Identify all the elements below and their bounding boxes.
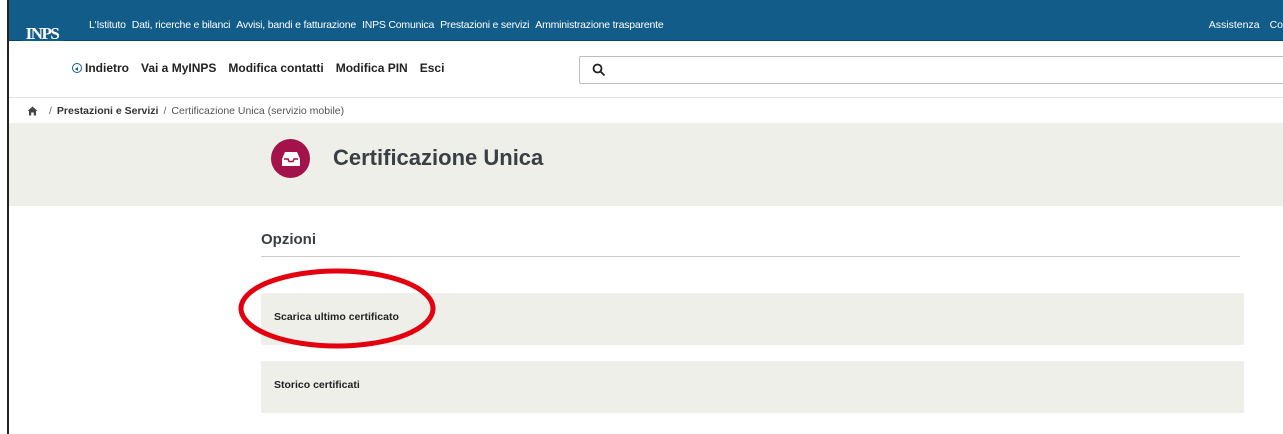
- home-icon[interactable]: [27, 106, 38, 116]
- top-navigation-bar: L'Istituto Dati, ricerche e bilanci Avvi…: [9, 0, 1283, 41]
- option-storico-certificati[interactable]: Storico certificati: [261, 361, 1244, 413]
- topnav-link-dati[interactable]: Dati, ricerche e bilanci: [132, 19, 231, 31]
- option-label: Scarica ultimo certificato: [274, 311, 399, 323]
- breadcrumb-item-current: Certificazione Unica (servizio mobile): [171, 105, 345, 117]
- topnav-link-truncated[interactable]: Co: [1270, 19, 1283, 31]
- topnav-link-trasparente[interactable]: Amministrazione trasparente: [535, 19, 663, 31]
- top-nav-right: Assistenza Co: [1199, 19, 1283, 31]
- topnav-link-prestazioni[interactable]: Prestazioni e servizi: [440, 19, 529, 31]
- inbox-tray-icon: [281, 151, 300, 166]
- topnav-link-assistenza[interactable]: Assistenza: [1209, 19, 1260, 31]
- back-label: Indietro: [85, 61, 129, 75]
- breadcrumb-item-prestazioni[interactable]: Prestazioni e Servizi: [57, 105, 159, 117]
- page-title: Certificazione Unica: [333, 145, 544, 170]
- search-icon[interactable]: [592, 63, 606, 77]
- service-icon: [271, 139, 310, 178]
- breadcrumb-separator: /: [49, 105, 52, 117]
- back-arrow-icon: [72, 63, 82, 73]
- option-label: Storico certificati: [274, 379, 360, 391]
- breadcrumb-separator: /: [163, 105, 167, 117]
- esci-link[interactable]: Esci: [420, 61, 445, 75]
- page-header-band: Certificazione Unica: [9, 123, 1283, 206]
- topnav-link-istituto[interactable]: L'Istituto: [89, 19, 126, 31]
- breadcrumb: / Prestazioni e Servizi / Certificazione…: [27, 105, 344, 117]
- modifica-pin-link[interactable]: Modifica PIN: [336, 61, 408, 75]
- secondary-bar: Indietro Vai a MyINPS Modifica contatti …: [9, 41, 1283, 98]
- page-frame: L'Istituto Dati, ricerche e bilanci Avvi…: [7, 0, 1283, 434]
- modifica-contatti-link[interactable]: Modifica contatti: [228, 61, 323, 75]
- option-scarica-ultimo-certificato[interactable]: Scarica ultimo certificato: [261, 293, 1244, 345]
- options-divider: [261, 256, 1240, 257]
- topnav-link-comunica[interactable]: INPS Comunica: [362, 19, 434, 31]
- options-heading: Opzioni: [261, 231, 316, 248]
- top-nav-links: L'Istituto Dati, ricerche e bilanci Avvi…: [89, 0, 670, 41]
- user-nav: Indietro Vai a MyINPS Modifica contatti …: [72, 61, 456, 75]
- topnav-link-avvisi[interactable]: Avvisi, bandi e fatturazione: [236, 19, 356, 31]
- search-input[interactable]: [579, 56, 1283, 84]
- back-button[interactable]: Indietro: [72, 61, 129, 75]
- myinps-link[interactable]: Vai a MyINPS: [141, 61, 216, 75]
